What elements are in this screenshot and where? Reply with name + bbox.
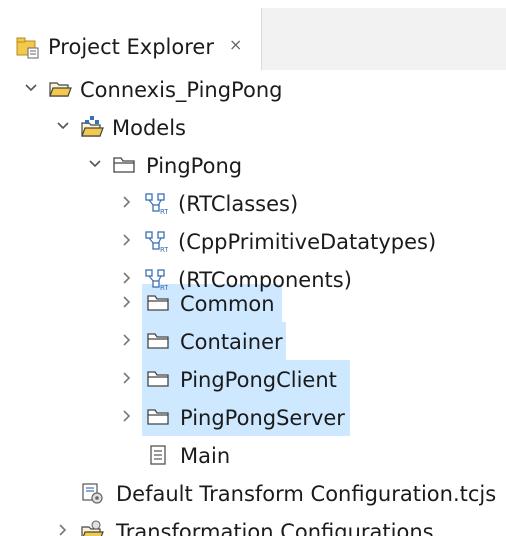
chevron-right-icon[interactable]: [118, 407, 136, 425]
tree-item-label: (CppPrimitiveDatatypes): [178, 230, 437, 254]
tree-item-pingpong[interactable]: PingPong: [0, 146, 506, 184]
diagram-file-icon: [146, 443, 170, 467]
tree-item-container[interactable]: Container: [0, 322, 506, 360]
top-strip: [0, 0, 506, 8]
close-icon[interactable]: ⨯: [229, 35, 242, 54]
project-explorer-view: Project Explorer ⨯ Connexis_PingPong Mod…: [0, 0, 506, 536]
tree-item-pingpongclient[interactable]: PingPongClient: [0, 360, 506, 398]
chevron-down-icon[interactable]: [54, 117, 72, 135]
folder-icon: [146, 367, 170, 391]
model-library-icon: RT: [144, 191, 169, 216]
chevron-right-icon[interactable]: [118, 369, 136, 387]
project-explorer-icon: [14, 34, 40, 60]
tree-item-cppprimitivedatatypes[interactable]: RT (CppPrimitiveDatatypes): [0, 222, 506, 260]
tree-item-connexis-pingpong[interactable]: Connexis_PingPong: [0, 70, 506, 108]
models-folder-icon: [80, 115, 104, 139]
tree-item-label: Container: [180, 330, 283, 354]
folder-icon: [146, 291, 170, 315]
tree-item-label: Transformation Configurations: [116, 520, 434, 536]
tree-item-default-transform-configuration[interactable]: Default Transform Configuration.tcjs: [0, 474, 506, 512]
transform-config-icon: [80, 481, 104, 505]
project-tree: Connexis_PingPong Models PingPong RT (RT…: [0, 70, 506, 536]
chevron-right-icon[interactable]: [118, 231, 136, 249]
chevron-down-icon[interactable]: [22, 79, 40, 97]
transformation-folder-icon: [80, 519, 104, 536]
tree-item-transformation-configurations[interactable]: Transformation Configurations: [0, 512, 506, 536]
tab-title: Project Explorer: [48, 35, 214, 59]
folder-icon: [146, 329, 170, 353]
tree-item-rtclasses[interactable]: RT (RTClasses): [0, 184, 506, 222]
tree-item-label: PingPong: [146, 154, 243, 178]
tab-project-explorer[interactable]: Project Explorer ⨯: [0, 8, 262, 70]
folder-icon: [146, 405, 170, 429]
tree-item-pingpongserver[interactable]: PingPongServer: [0, 398, 506, 436]
project-folder-icon: [48, 77, 72, 101]
tree-item-label: Common: [180, 292, 275, 316]
tree-item-label: Main: [180, 444, 231, 468]
tree-item-label: Default Transform Configuration.tcjs: [116, 482, 497, 506]
chevron-right-icon[interactable]: [118, 193, 136, 211]
tab-bar-empty-area: [262, 8, 506, 70]
chevron-right-icon[interactable]: [118, 331, 136, 349]
tree-item-label: PingPongClient: [180, 368, 337, 392]
model-library-icon: RT: [144, 229, 169, 254]
tree-item-label: (RTClasses): [178, 192, 299, 216]
tree-item-label: Connexis_PingPong: [80, 78, 283, 102]
chevron-right-icon[interactable]: [54, 521, 72, 536]
tree-item-label: PingPongServer: [180, 406, 345, 430]
tree-item-common[interactable]: Common: [0, 284, 506, 322]
folder-icon: [112, 153, 136, 177]
svg-text:RT: RT: [160, 246, 168, 253]
tree-item-main[interactable]: Main: [0, 436, 506, 474]
chevron-right-icon[interactable]: [118, 293, 136, 311]
tree-item-label: Models: [112, 116, 186, 140]
chevron-down-icon[interactable]: [86, 155, 104, 173]
svg-text:RT: RT: [160, 208, 168, 215]
tree-item-models[interactable]: Models: [0, 108, 506, 146]
